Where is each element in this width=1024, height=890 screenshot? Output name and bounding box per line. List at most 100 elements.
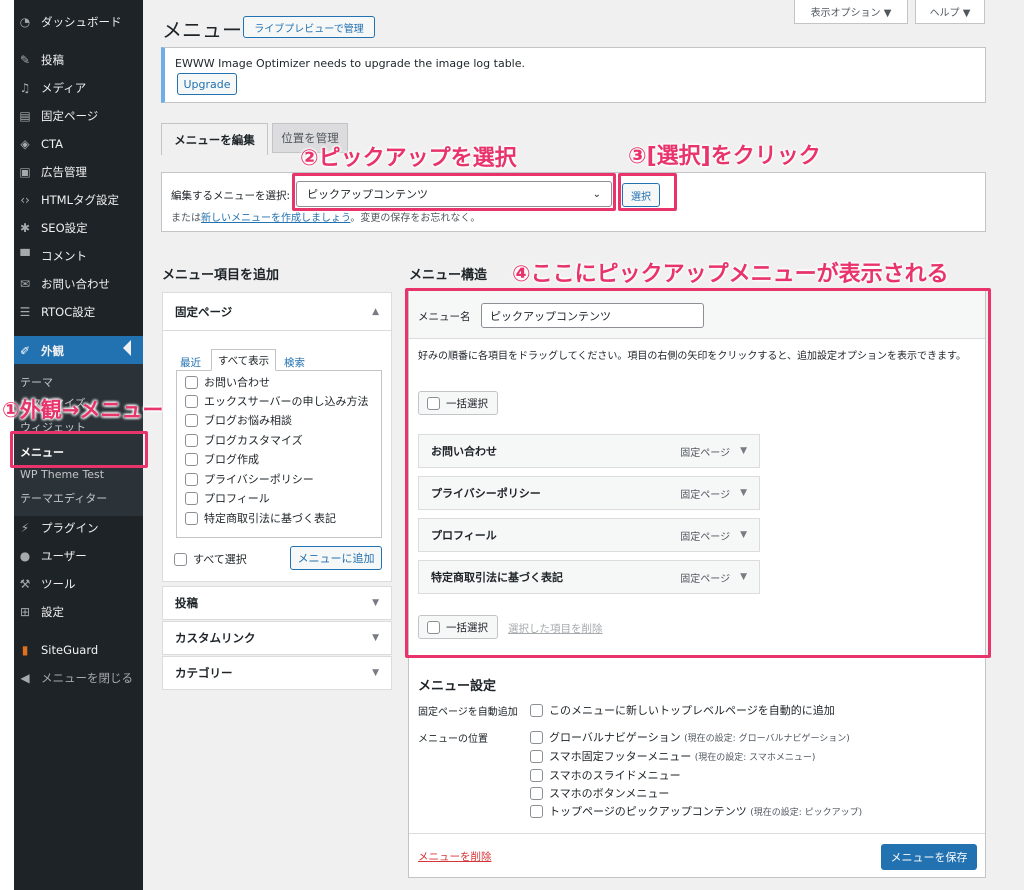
- select-all-checkbox[interactable]: すべて選択: [174, 551, 247, 567]
- checkbox[interactable]: [185, 433, 198, 447]
- location-name: グローバルナビゲーション: [549, 731, 681, 744]
- checkbox[interactable]: [530, 786, 543, 800]
- sidebar-item-cta[interactable]: ◈ CTA: [14, 130, 143, 158]
- page-checkbox[interactable]: ブログカスタマイズ: [185, 432, 303, 448]
- pages-panel-header[interactable]: 固定ページ ▲: [163, 293, 391, 331]
- location-checkbox[interactable]: スマホのスライドメニュー: [530, 767, 681, 783]
- sidebar-item-html-tags[interactable]: ‹› HTMLタグ設定: [14, 186, 143, 214]
- checkbox[interactable]: [185, 491, 198, 505]
- sidebar-item-media[interactable]: ♫ メディア: [14, 74, 143, 102]
- checkbox[interactable]: [185, 511, 198, 525]
- pages-panel-title: 固定ページ: [175, 304, 233, 319]
- page-checkbox[interactable]: お問い合わせ: [185, 374, 270, 390]
- save-menu-button[interactable]: メニューを保存: [881, 844, 977, 870]
- highlight-select-button: [618, 173, 677, 211]
- sidebar-item-contact[interactable]: ✉ お問い合わせ: [14, 270, 143, 298]
- auto-add-option-label: このメニューに新しいトップレベルページを自動的に追加: [549, 704, 835, 717]
- categories-panel[interactable]: カテゴリー ▼: [162, 656, 392, 690]
- sidebar-item-pages[interactable]: ▤ 固定ページ: [14, 102, 143, 130]
- sidebar-item-label: コメント: [41, 249, 87, 263]
- live-preview-button[interactable]: ライブプレビューで管理: [243, 16, 375, 38]
- delete-menu-link[interactable]: メニューを削除: [418, 849, 492, 864]
- sidebar-item-ads[interactable]: ▣ 広告管理: [14, 158, 143, 186]
- cta-icon: ◈: [20, 137, 30, 151]
- submenu-themes[interactable]: テーマ: [20, 374, 53, 390]
- page-checkbox[interactable]: 特定商取引法に基づく表記: [185, 510, 336, 526]
- select-menu-label: 編集するメニューを選択:: [171, 190, 291, 202]
- sidebar-item-plugins[interactable]: ⚡ プラグイン: [14, 514, 143, 542]
- sidebar-item-label: RTOC設定: [41, 305, 96, 319]
- menu-location-label: メニューの位置: [418, 734, 488, 745]
- submenu-wp-theme-test[interactable]: WP Theme Test: [20, 468, 104, 481]
- sidebar-item-settings[interactable]: ⊞ 設定: [14, 598, 143, 626]
- sidebar-item-seo[interactable]: ✱ SEO設定: [14, 214, 143, 242]
- location-name: スマホのスライドメニュー: [549, 769, 681, 782]
- sidebar-item-posts[interactable]: ✎ 投稿: [14, 46, 143, 74]
- sidebar-item-label: CTA: [41, 137, 64, 151]
- posts-panel[interactable]: 投稿 ▼: [162, 586, 392, 620]
- panel-title: 投稿: [175, 596, 198, 610]
- sidebar-item-label: ユーザー: [41, 549, 87, 563]
- location-checkbox[interactable]: トップページのピックアップコンテンツ (現在の設定: ピックアップ): [530, 803, 862, 819]
- page-checkbox[interactable]: ブログお悩み相談: [185, 412, 292, 428]
- sidebar-item-label: お問い合わせ: [41, 277, 110, 291]
- submenu-theme-editor[interactable]: テーマエディター: [20, 490, 107, 506]
- tab-edit-menus[interactable]: メニューを編集: [161, 123, 268, 155]
- custom-links-panel[interactable]: カスタムリンク ▼: [162, 621, 392, 655]
- screen-options-button[interactable]: 表示オプション ▼: [794, 0, 908, 24]
- add-items-heading: メニュー項目を追加: [162, 268, 280, 283]
- page-checkbox[interactable]: ブログ作成: [185, 451, 259, 467]
- page-checkbox[interactable]: プロフィール: [185, 490, 270, 506]
- sidebar-item-users[interactable]: ● ユーザー: [14, 542, 143, 570]
- menu-structure-heading: メニュー構造: [409, 268, 488, 283]
- sidebar-item-label: ツール: [41, 577, 76, 591]
- save-note: 。変更の保存をお忘れなく。: [350, 213, 481, 224]
- page-label: お問い合わせ: [204, 376, 270, 389]
- collapse-menu-button[interactable]: ◀ メニューを閉じる: [14, 664, 143, 692]
- highlight-menu-select: [292, 173, 616, 211]
- tab-view-all[interactable]: すべて表示: [211, 349, 276, 371]
- caret-down-icon: ▼: [372, 633, 379, 643]
- checkbox[interactable]: [185, 452, 198, 466]
- checkbox[interactable]: [530, 804, 543, 818]
- checkbox[interactable]: [530, 730, 543, 744]
- checkbox[interactable]: [530, 749, 543, 763]
- page-checkbox[interactable]: プライバシーポリシー: [185, 471, 314, 487]
- add-to-menu-button[interactable]: メニューに追加: [290, 546, 382, 570]
- checkbox[interactable]: [530, 768, 543, 782]
- checkbox[interactable]: [185, 472, 198, 486]
- auto-add-checkbox[interactable]: このメニューに新しいトップレベルページを自動的に追加: [530, 702, 835, 718]
- sidebar-item-siteguard[interactable]: ▮ SiteGuard: [14, 636, 143, 664]
- help-button[interactable]: ヘルプ ▼: [915, 0, 985, 24]
- location-checkbox[interactable]: グローバルナビゲーション (現在の設定: グローバルナビゲーション): [530, 729, 850, 745]
- checkbox[interactable]: [174, 552, 187, 566]
- update-notice: EWWW Image Optimizer needs to upgrade th…: [161, 47, 986, 103]
- checkbox[interactable]: [185, 375, 198, 389]
- sidebar-item-label: 投稿: [41, 53, 64, 67]
- notice-text: EWWW Image Optimizer needs to upgrade th…: [175, 57, 525, 70]
- tab-search[interactable]: 検索: [284, 355, 305, 370]
- page-checkbox[interactable]: エックスサーバーの申し込み方法: [185, 393, 369, 409]
- settings-icon: ⊞: [19, 605, 31, 619]
- siteguard-icon: ▮: [21, 643, 29, 657]
- sidebar-item-comments[interactable]: ▀ コメント: [14, 242, 143, 270]
- location-checkbox[interactable]: スマホのボタンメニュー: [530, 785, 669, 801]
- annotation-step3: ③[選択]をクリック: [628, 144, 821, 169]
- sidebar-item-label: 固定ページ: [41, 109, 99, 123]
- sidebar-item-tools[interactable]: ⚒ ツール: [14, 570, 143, 598]
- sidebar-item-label: プラグイン: [41, 521, 99, 535]
- create-new-menu-link[interactable]: 新しいメニューを作成しましょう: [201, 213, 350, 224]
- tab-recent[interactable]: 最近: [180, 355, 201, 370]
- annotation-step2: ②ピックアップを選択: [300, 146, 517, 171]
- checkbox[interactable]: [530, 703, 543, 717]
- location-checkbox[interactable]: スマホ固定フッターメニュー (現在の設定: スマホメニュー): [530, 748, 815, 764]
- checkbox[interactable]: [185, 394, 198, 408]
- upgrade-button[interactable]: Upgrade: [177, 73, 237, 95]
- sidebar-item-label: SEO設定: [41, 221, 88, 235]
- sidebar-item-rtoc[interactable]: ☰ RTOC設定: [14, 298, 143, 326]
- page-label: プロフィール: [204, 492, 270, 505]
- caret-down-icon: ▼: [372, 598, 379, 608]
- checkbox[interactable]: [185, 413, 198, 427]
- sidebar-item-dashboard[interactable]: ◔ ダッシュボード: [14, 8, 143, 36]
- appearance-icon: ✐: [19, 344, 31, 358]
